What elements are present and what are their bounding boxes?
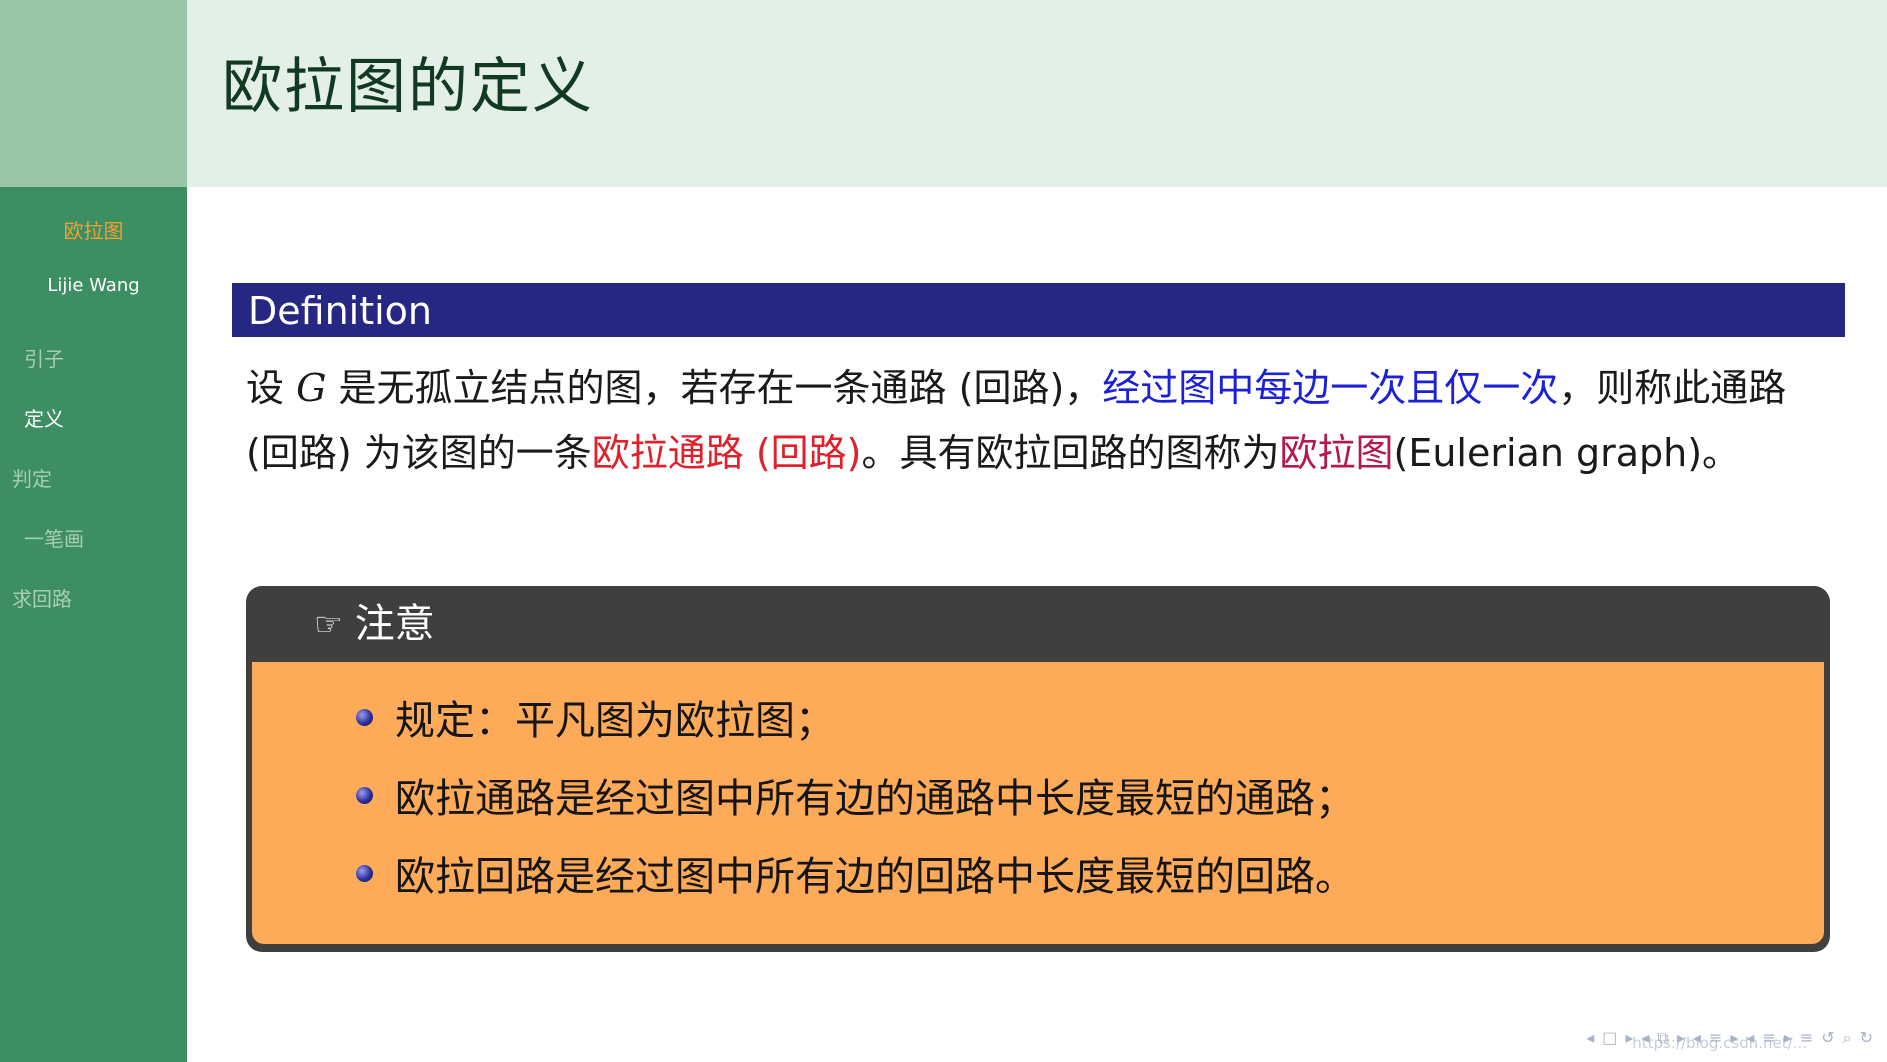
sidebar-header [0,0,187,187]
nav-subsection-icon[interactable]: ⧉ [1657,1028,1668,1048]
graph-symbol: G [296,366,327,410]
nav-document-icon[interactable]: ≡ [1762,1028,1775,1048]
definition-text-5: (Eulerian graph)。 [1393,431,1741,475]
nav-search-icon[interactable]: ⌕ [1843,1028,1852,1048]
list-item-text: 欧拉回路是经过图中所有边的回路中长度最短的回路。 [395,854,1355,900]
definition-body: 设 G 是无孤立结点的图，若存在一条通路 (回路)，经过图中每边一次且仅一次，则… [246,356,1836,486]
note-header: ☞ 注意 [252,586,1824,662]
nav-toc-icon[interactable]: ≡ [1800,1028,1813,1048]
list-item-text: 规定：平凡图为欧拉图； [395,698,835,744]
nav-prev-icon[interactable]: ◂ [1746,1028,1754,1048]
note-box: ☞ 注意 规定：平凡图为欧拉图； 欧拉通路是经过图中所有边的通路中长度最短的通路… [246,586,1830,952]
nav-frame-icon[interactable]: □ [1602,1028,1617,1048]
sidebar-title[interactable]: 欧拉图 [0,215,187,244]
definition-heading: Definition [232,283,1845,337]
sidebar-item-dingyi[interactable]: 定义 [24,403,64,432]
definition-highlight-crimson: 欧拉图 [1279,431,1394,475]
definition-highlight-blue: 经过图中每边一次且仅一次 [1102,366,1559,410]
definition-highlight-red: 欧拉通路 (回路) [591,431,862,475]
note-title: 注意 [354,601,435,647]
definition-text-4: 。具有欧拉回路的图称为 [861,431,1280,475]
sidebar-item-panding[interactable]: 判定 [12,463,52,492]
list-item: 规定：平凡图为欧拉图； [252,678,1824,756]
list-item: 欧拉通路是经过图中所有边的通路中长度最短的通路； [252,756,1824,834]
header: 欧拉图的定义 [187,0,1887,187]
bullet-ball-icon [356,786,373,804]
sidebar-item-yibihua[interactable]: 一笔画 [24,523,84,552]
nav-forward-icon[interactable]: ↻ [1860,1028,1873,1048]
sidebar: 欧拉图 Lijie Wang 引子 定义 判定 一笔画 求回路 [0,187,187,1062]
nav-next-icon[interactable]: ▸ [1677,1028,1685,1048]
nav-prev-icon[interactable]: ◂ [1641,1028,1649,1048]
beamer-nav-bar: ◂ □ ▸ ◂ ⧉ ▸ ◂ ≡ ▸ ◂ ≡ ▸ ≡ ↺ ⌕ ↻ [1586,1028,1873,1048]
sidebar-item-yinzi[interactable]: 引子 [24,343,64,372]
nav-section-icon[interactable]: ≡ [1709,1028,1722,1048]
bullet-ball-icon [356,864,373,882]
sidebar-item-qiuhuilu[interactable]: 求回路 [12,583,72,612]
bullet-ball-icon [356,708,373,726]
nav-prev-icon[interactable]: ◂ [1693,1028,1701,1048]
nav-next-icon[interactable]: ▸ [1730,1028,1738,1048]
nav-next-icon[interactable]: ▸ [1784,1028,1792,1048]
page-title: 欧拉图的定义 [222,52,594,122]
note-body: 规定：平凡图为欧拉图； 欧拉通路是经过图中所有边的通路中长度最短的通路； 欧拉回… [252,662,1824,944]
nav-back-icon[interactable]: ↺ [1821,1028,1834,1048]
sidebar-author: Lijie Wang [47,275,140,296]
definition-text-2: 是无孤立结点的图，若存在一条通路 (回路)， [326,366,1103,410]
nav-next-icon[interactable]: ▸ [1625,1028,1633,1048]
pointing-hand-icon: ☞ [314,605,343,643]
definition-text-1: 设 [246,366,297,410]
list-item-text: 欧拉通路是经过图中所有边的通路中长度最短的通路； [395,776,1355,822]
list-item: 欧拉回路是经过图中所有边的回路中长度最短的回路。 [252,834,1824,912]
nav-prev-icon[interactable]: ◂ [1586,1028,1594,1048]
slide: 欧拉图 Lijie Wang 引子 定义 判定 一笔画 求回路 欧拉图的定义 D… [0,0,1887,1062]
